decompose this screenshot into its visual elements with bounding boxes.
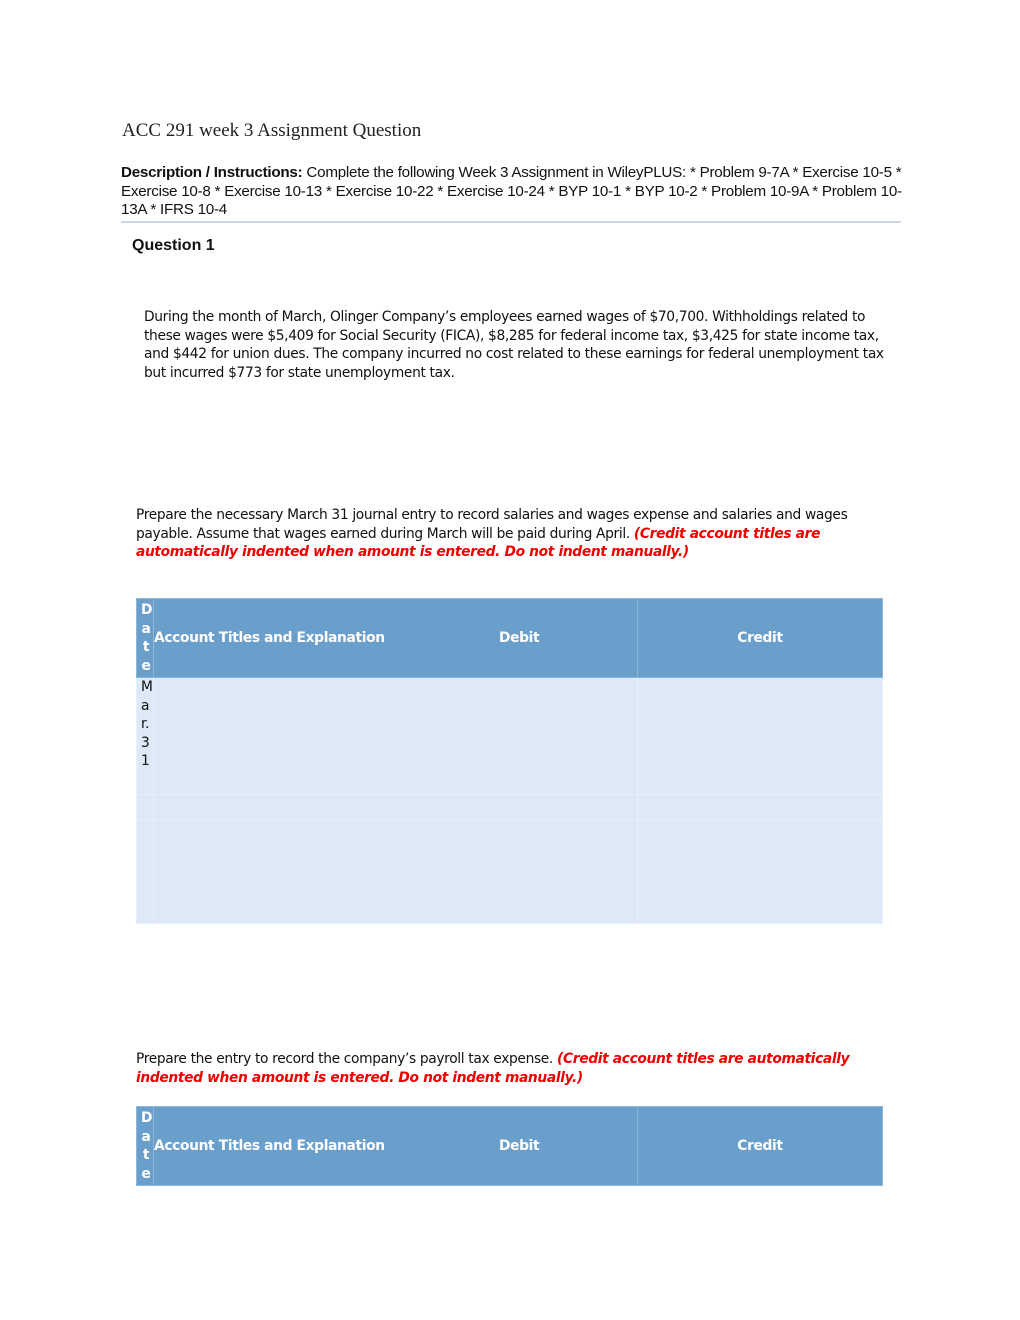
header-debit: Debit — [499, 630, 540, 646]
description-block: Description / Instructions: Complete the… — [121, 164, 903, 220]
journal-entry-table-a: Date Account Titles and Explanation Debit… — [136, 598, 883, 924]
account-input-cell[interactable] — [153, 819, 638, 924]
credit-input-cell[interactable] — [637, 819, 883, 924]
account-input-cell[interactable] — [153, 677, 638, 795]
question-heading: Question 1 — [132, 237, 215, 254]
part-b-instruction: Prepare the entry to record the company’… — [136, 1051, 558, 1067]
date-cell — [136, 819, 154, 924]
header-date: Date — [136, 598, 154, 678]
header-debit: Debit — [499, 1138, 540, 1154]
date-cell: Mar. 31 — [136, 677, 154, 795]
description-label: Description / Instructions: — [121, 164, 303, 181]
table-row — [136, 794, 883, 820]
question-scenario: During the month of March, Olinger Compa… — [144, 309, 884, 381]
table-header-row: Date Account Titles and Explanation Debit… — [136, 598, 883, 678]
account-input-cell[interactable] — [153, 794, 638, 820]
table-row: Mar. 31 — [136, 677, 883, 795]
journal-entry-table-b: Date Account Titles and Explanation Debit… — [136, 1106, 883, 1186]
divider — [121, 221, 901, 223]
credit-input-cell[interactable] — [637, 677, 883, 795]
part-a-prompt: Prepare the necessary March 31 journal e… — [136, 506, 886, 562]
table-row — [136, 819, 883, 924]
header-account: Account Titles and Explanation Debit — [153, 598, 638, 678]
header-date: Date — [136, 1106, 154, 1186]
table-header-row: Date Account Titles and Explanation Debit… — [136, 1106, 883, 1186]
part-b-prompt: Prepare the entry to record the company’… — [136, 1050, 886, 1087]
header-account: Account Titles and Explanation Debit — [153, 1106, 638, 1186]
date-cell — [136, 794, 154, 820]
header-credit: Credit — [637, 1106, 883, 1186]
credit-input-cell[interactable] — [637, 794, 883, 820]
document-title: ACC 291 week 3 Assignment Question — [122, 120, 422, 141]
header-credit: Credit — [637, 598, 883, 678]
